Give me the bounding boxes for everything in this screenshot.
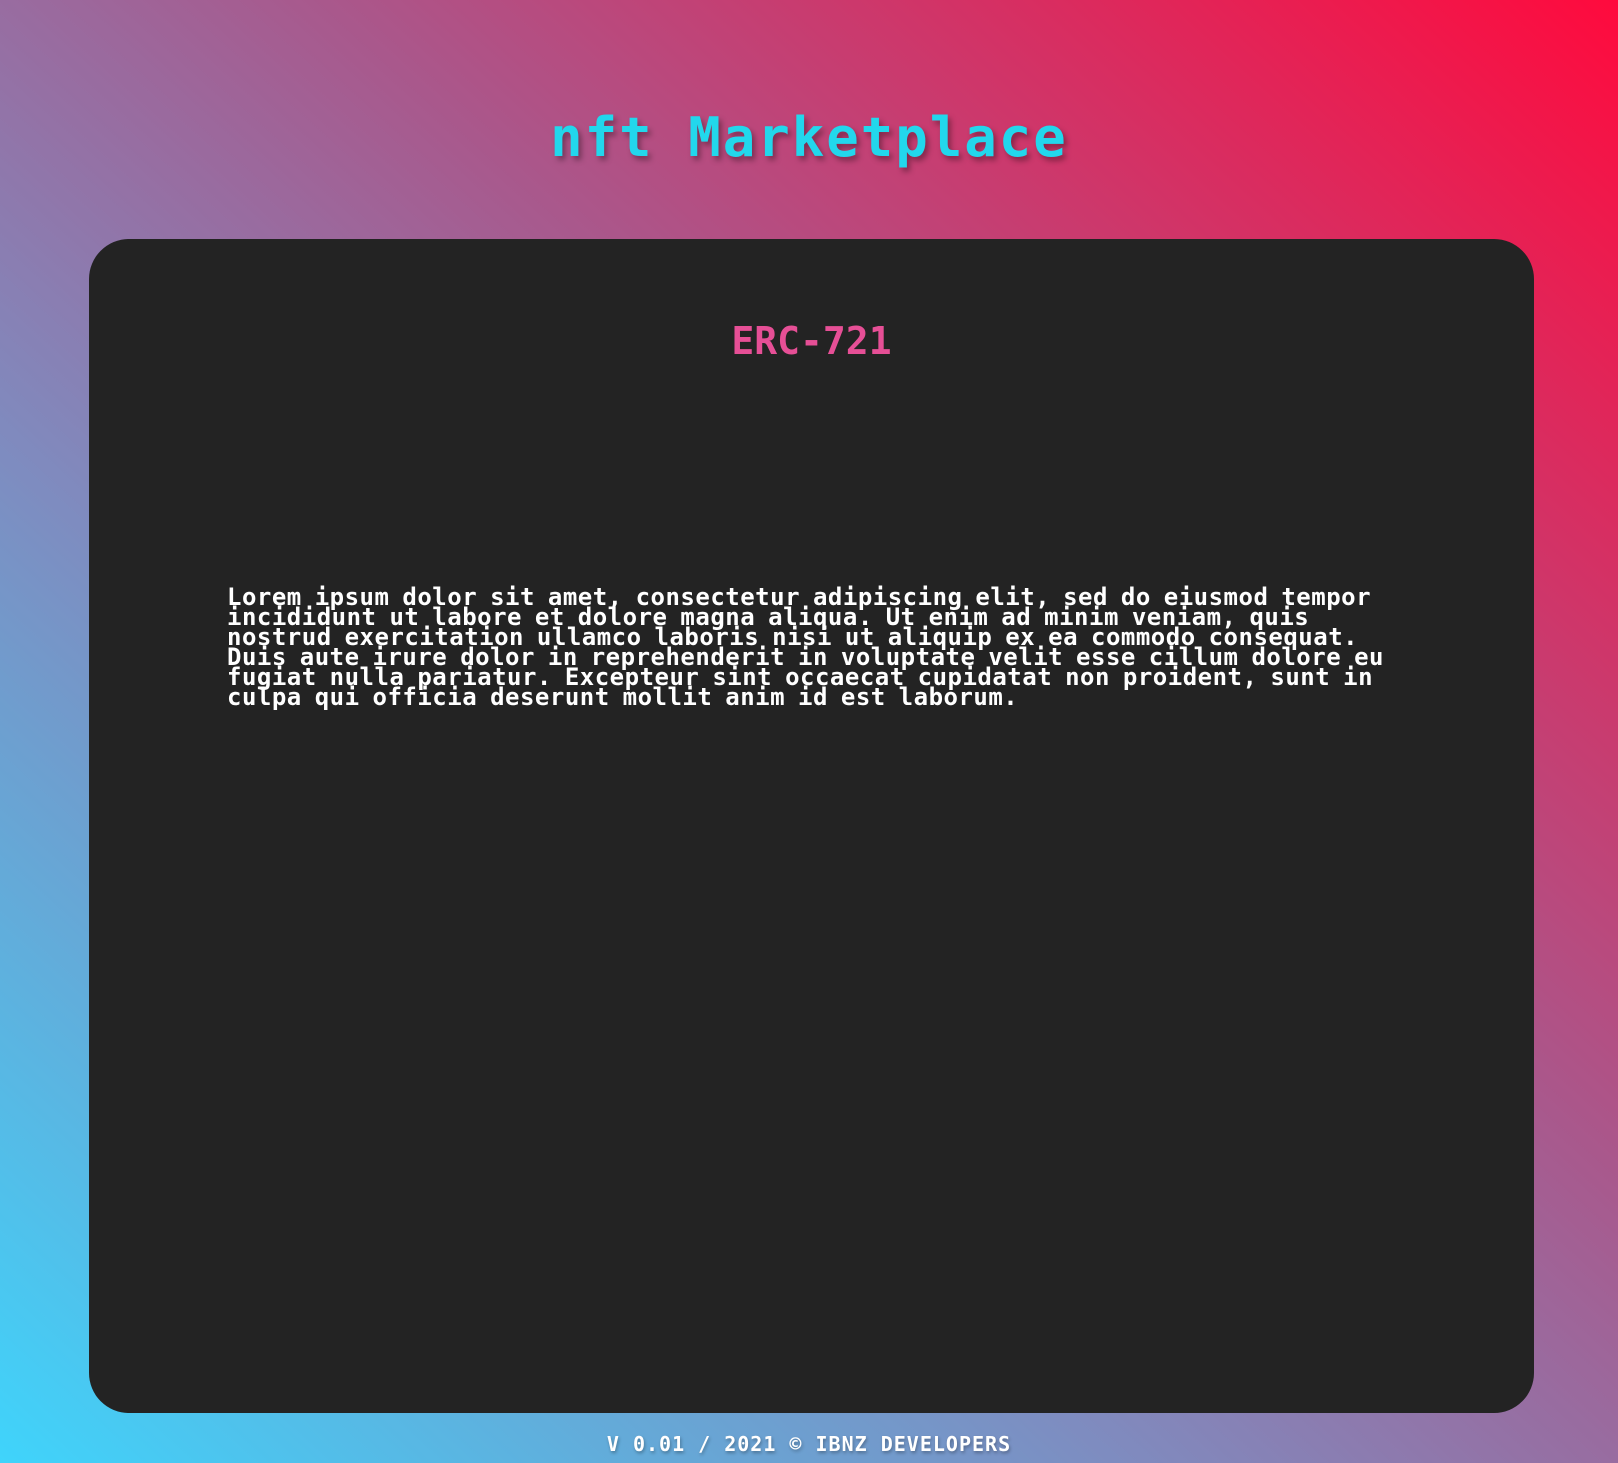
footer-text: V 0.01 / 2021 © IBNZ DEVELOPERS: [606, 1432, 1012, 1456]
site-title: nft Marketplace: [550, 106, 1068, 169]
card-title: ERC-721: [731, 319, 892, 363]
main-card: ERC-721 Lorem ipsum dolor sit amet, cons…: [89, 239, 1534, 1413]
card-body-text: Lorem ipsum dolor sit amet, consectetur …: [227, 583, 1384, 711]
page: { "header": { "title": "nft Marketplace"…: [0, 0, 1618, 1463]
